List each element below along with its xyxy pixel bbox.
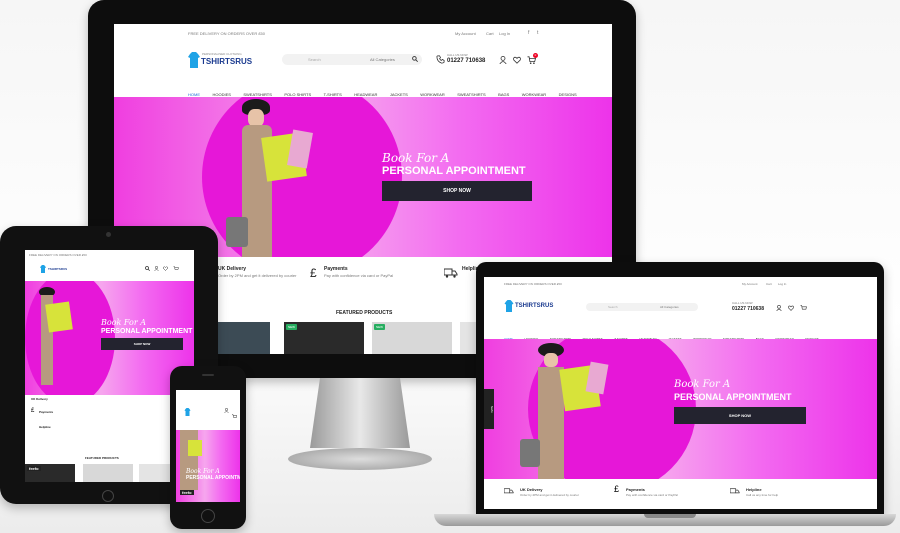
tablet-hero-banner: Book For A PERSONAL APPOINTMENT SHOP NOW xyxy=(25,281,194,395)
login-link[interactable]: Log In xyxy=(499,31,510,36)
laptop-screen: FREE DELIVERY ON ORDERS OVER £50 My Acco… xyxy=(484,277,877,509)
tablet-help-title: Helpline xyxy=(39,425,51,429)
tablet-featured-title: FEATURED PRODUCTS xyxy=(85,456,119,460)
cart-link[interactable]: Cart xyxy=(486,31,494,36)
cart-icon[interactable] xyxy=(232,414,237,419)
tablet-logo-text: TSHIRTSRUS xyxy=(48,267,68,271)
hero-line2: PERSONAL APPOINTMENT xyxy=(382,165,526,177)
user-icon[interactable] xyxy=(224,408,229,413)
monitor-stand xyxy=(310,378,410,448)
my-account-link[interactable]: My Account xyxy=(455,31,476,36)
tablet-hero-line1: Book For A xyxy=(101,318,146,327)
laptop-free-delivery: FREE DELIVERY ON ORDERS OVER £50 xyxy=(504,282,562,286)
new-badge: NEW xyxy=(286,324,297,330)
tablet-hero-line2: PERSONAL APPOINTMENT xyxy=(101,328,193,335)
delivery-title: UK Delivery xyxy=(218,266,247,272)
model-image xyxy=(518,343,618,479)
user-icon[interactable] xyxy=(154,266,159,271)
laptop-help-title: Helpline xyxy=(746,487,762,492)
phone-number[interactable]: 01227 710638 xyxy=(447,58,485,64)
new-badge: NEW xyxy=(374,324,385,330)
laptop-shop-now-button[interactable]: SHOP NOW xyxy=(674,407,806,424)
cart-count-badge: 0 xyxy=(533,53,538,58)
tshirt-icon xyxy=(188,52,200,68)
model-image xyxy=(212,97,322,257)
tablet-shop-now-button[interactable]: SHOP NOW xyxy=(101,338,183,350)
laptop-phone-number[interactable]: 01227 710638 xyxy=(732,306,764,312)
laptop-delivery-title: UK Delivery xyxy=(520,487,543,492)
laptop-hero-line2: PERSONAL APPOINTMENT xyxy=(674,392,792,402)
phone-hero-line1: Book For A xyxy=(186,468,220,475)
tshirt-icon xyxy=(40,265,46,273)
laptop-hero-line1: Book For A xyxy=(674,379,731,390)
laptop-device: FREE DELIVERY ON ORDERS OVER £50 My Acco… xyxy=(430,262,900,533)
phone-hero-line2: PERSONAL APPOINTMENT xyxy=(186,475,240,481)
cart-icon[interactable] xyxy=(173,266,179,271)
truck-icon xyxy=(504,488,514,494)
laptop-hero-banner: feefo Book For A PERSONAL APPOINTMENT SH… xyxy=(484,339,877,479)
hero-line1: Book For A xyxy=(382,151,450,165)
phone-icon xyxy=(436,55,445,64)
free-delivery-text: FREE DELIVERY ON ORDERS OVER £50 xyxy=(188,31,265,36)
feedback-tab[interactable]: feefo xyxy=(484,389,494,429)
search-icon[interactable] xyxy=(145,266,150,271)
tablet-delivery-title: UK Delivery xyxy=(31,397,48,401)
phone-hero-banner: Book For A PERSONAL APPOINTMENT feefo xyxy=(176,430,240,502)
laptop-help-text: Call us any time for help xyxy=(746,493,779,497)
feedback-tab[interactable]: feefo xyxy=(180,490,194,495)
logo-text: TSHIRTSRUS xyxy=(201,57,253,66)
laptop-my-account[interactable]: My Account xyxy=(742,282,758,286)
laptop-payments-text: Pay with confidence via card or PayPal xyxy=(626,493,678,497)
user-icon[interactable] xyxy=(776,305,782,311)
logo[interactable]: TSHIRTSRUS PERSONALISED CLOTHING xyxy=(188,50,252,70)
logo-subtext: PERSONALISED CLOTHING xyxy=(202,52,242,56)
tablet-screen: FREE DELIVERY ON ORDERS OVER £50 TSHIRTS… xyxy=(25,250,194,482)
laptop-logo-text[interactable]: TSHIRTSRUS xyxy=(515,303,553,309)
laptop-phone-label: CALL US NOW xyxy=(732,301,753,305)
cart-icon[interactable] xyxy=(800,305,807,311)
laptop-delivery-text: Order by 2PM and get it delivered by cou… xyxy=(520,493,579,497)
twitter-icon[interactable]: t xyxy=(537,30,538,36)
laptop-cart-link[interactable]: Cart xyxy=(766,282,772,286)
payments-title: Payments xyxy=(324,266,348,272)
phone-label: CALL US NOW xyxy=(447,53,468,57)
monitor-base xyxy=(288,448,432,470)
user-icon[interactable] xyxy=(499,56,507,64)
tshirt-icon xyxy=(504,300,514,312)
heart-icon[interactable] xyxy=(163,266,168,271)
laptop-category-select[interactable]: All Categories xyxy=(660,305,679,309)
tablet-payments-title: Payments xyxy=(39,410,54,414)
tablet-free-delivery: FREE DELIVERY ON ORDERS OVER £50 xyxy=(29,253,87,257)
pound-icon: £ xyxy=(310,266,317,280)
truck-icon-2 xyxy=(730,488,740,494)
featured-title: FEATURED PRODUCTS xyxy=(336,310,393,316)
laptop-search-bar[interactable]: Search All Categories xyxy=(586,303,698,311)
tshirt-icon xyxy=(184,408,191,416)
product-card[interactable] xyxy=(83,464,133,482)
pound-icon: £ xyxy=(31,408,35,414)
product-card[interactable] xyxy=(210,322,270,354)
shop-now-button[interactable]: SHOP NOW xyxy=(382,181,532,201)
facebook-icon[interactable]: f xyxy=(528,30,529,36)
phone-device: Book For A PERSONAL APPOINTMENT feefo xyxy=(170,366,246,529)
laptop-payments-title: Payments xyxy=(626,487,645,492)
laptop-login[interactable]: Log In xyxy=(778,282,786,286)
main-nav: HOME HOODIES SWEATSHIRTS POLO SHIRTS T-S… xyxy=(188,83,608,97)
search-input[interactable]: Search xyxy=(308,57,321,62)
delivery-text: Order by 2PM and get it delivered by cou… xyxy=(218,273,297,278)
feedback-tab[interactable]: feefo xyxy=(27,466,41,471)
category-select[interactable]: All Categories xyxy=(370,57,395,62)
search-icon[interactable] xyxy=(412,56,418,62)
phone-screen: Book For A PERSONAL APPOINTMENT feefo xyxy=(176,390,240,502)
model-image xyxy=(29,287,83,395)
search-bar[interactable]: Search All Categories xyxy=(282,54,422,65)
payments-text: Pay with confidence via card or PayPal xyxy=(324,273,394,278)
laptop-search-input[interactable]: Search xyxy=(608,305,618,309)
pound-icon: £ xyxy=(614,484,620,494)
heart-icon[interactable] xyxy=(788,305,794,311)
heart-icon[interactable] xyxy=(513,56,521,64)
